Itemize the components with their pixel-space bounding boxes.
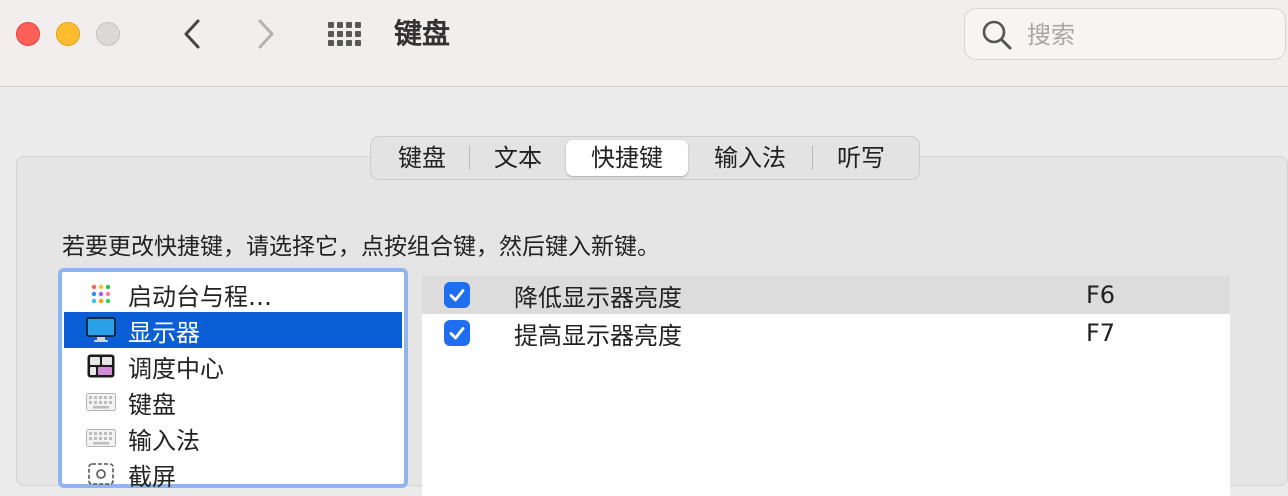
tab-input-sources[interactable]: 输入法 [688, 140, 812, 176]
category-label: 输入法 [128, 426, 200, 455]
keyboard-icon [86, 425, 116, 451]
shortcut-name: 提高显示器亮度 [514, 321, 682, 350]
instruction-text: 若要更改快捷键，请选择它，点按组合键，然后键入新键。 [62, 234, 660, 260]
category-item-keyboard[interactable]: 键盘 [64, 384, 402, 420]
keyboard-icon [86, 389, 116, 415]
category-item-input-sources[interactable]: 输入法 [64, 420, 402, 456]
shortcut-table: 降低显示器亮度 F6 提高显示器亮度 F7 [422, 276, 1230, 496]
category-list[interactable]: 启动台与程… 显示器 调度中心 键盘 输入法 截屏 [58, 268, 408, 491]
category-item-mission-control[interactable]: 调度中心 [64, 348, 402, 384]
checkmark-icon [449, 327, 465, 340]
category-label: 显示器 [128, 318, 200, 347]
close-button[interactable] [16, 22, 40, 46]
mission-control-icon [86, 353, 116, 379]
shortcut-checkbox[interactable] [444, 320, 470, 346]
search-field[interactable] [964, 8, 1286, 60]
category-item-launchpad[interactable]: 启动台与程… [64, 276, 402, 312]
shortcut-name: 降低显示器亮度 [514, 283, 682, 312]
tab-shortcuts[interactable]: 快捷键 [566, 140, 688, 176]
screenshot-icon [86, 461, 116, 487]
tab-bar: 键盘 文本 快捷键 输入法 听写 [370, 136, 920, 180]
category-label: 调度中心 [128, 354, 224, 383]
search-input[interactable] [1025, 19, 1269, 51]
chevron-left-icon [184, 19, 200, 49]
window-title: 键盘 [394, 17, 451, 50]
show-all-button[interactable] [326, 22, 366, 48]
search-icon [982, 20, 1012, 50]
tab-keyboard[interactable]: 键盘 [375, 140, 469, 176]
category-label: 启动台与程… [128, 282, 272, 311]
tab-dictation[interactable]: 听写 [813, 140, 909, 176]
shortcut-key[interactable]: F7 [1086, 319, 1115, 347]
tab-text[interactable]: 文本 [470, 140, 566, 176]
category-item-screenshots[interactable]: 截屏 [64, 456, 402, 492]
category-label: 键盘 [128, 390, 176, 419]
chevron-right-icon [258, 19, 274, 49]
zoom-button[interactable] [96, 22, 120, 46]
title-bar: 键盘 [0, 0, 1288, 87]
minimize-button[interactable] [56, 22, 80, 46]
category-item-display[interactable]: 显示器 [64, 312, 402, 348]
forward-button[interactable] [246, 14, 286, 54]
shortcut-row[interactable]: 提高显示器亮度 F7 [422, 314, 1230, 352]
back-button[interactable] [172, 14, 212, 54]
shortcut-row[interactable]: 降低显示器亮度 F6 [422, 276, 1230, 314]
shortcut-key[interactable]: F6 [1086, 281, 1115, 309]
category-label: 截屏 [128, 462, 176, 491]
shortcut-checkbox[interactable] [444, 282, 470, 308]
launchpad-icon [86, 281, 116, 307]
checkmark-icon [449, 289, 465, 302]
display-icon [86, 317, 116, 343]
